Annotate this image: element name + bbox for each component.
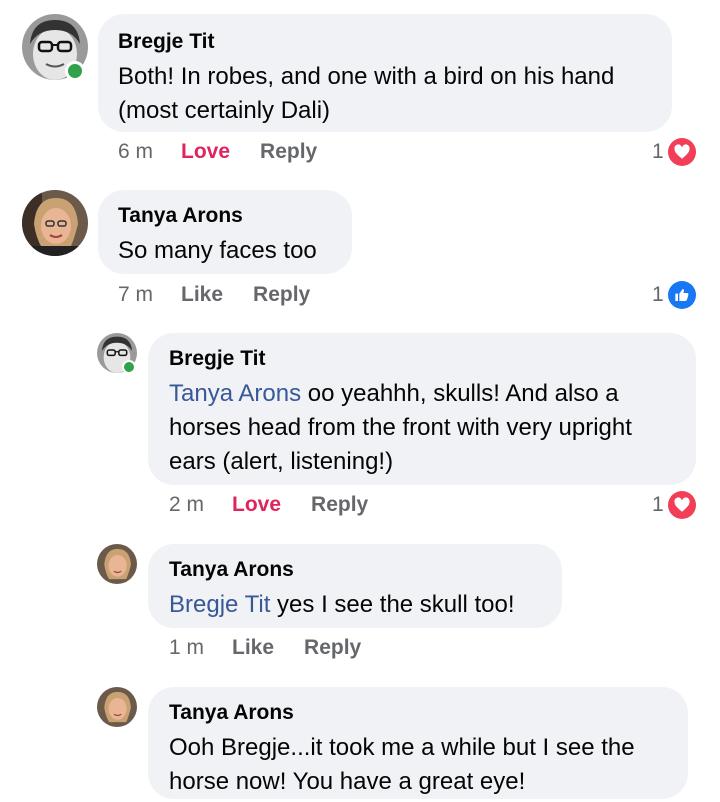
comment-bubble: Tanya Arons Ooh Bregje...it took me a wh…: [148, 687, 688, 799]
mention-link[interactable]: Bregje Tit: [169, 591, 270, 618]
reaction-count: 1: [652, 493, 664, 516]
like-button[interactable]: Like: [181, 283, 223, 307]
comment-actions: 2 m Love Reply: [169, 493, 398, 517]
avatar[interactable]: [97, 544, 137, 584]
comment-bubble: Tanya Arons Bregje Tit yes I see the sku…: [148, 544, 562, 628]
comment-bubble: Bregje Tit Both! In robes, and one with …: [98, 14, 672, 132]
thumbs-up-icon: [667, 281, 696, 309]
comment-actions: 1 m Like Reply: [169, 636, 391, 660]
reaction-count: 1: [652, 283, 664, 306]
reply-button[interactable]: Reply: [304, 636, 361, 660]
avatar[interactable]: [22, 190, 88, 256]
comment-text: Both! In robes, and one with a bird on h…: [118, 63, 615, 124]
comment-text-body: yes I see the skull too!: [270, 591, 515, 618]
comment-author[interactable]: Bregje Tit: [169, 347, 675, 371]
love-reaction-button[interactable]: Love: [232, 493, 281, 517]
comment-actions: 6 m Love Reply: [118, 140, 347, 164]
reaction-count: 1: [652, 140, 664, 163]
comment-author[interactable]: Tanya Arons: [169, 701, 667, 725]
comment-actions: 7 m Like Reply: [118, 283, 340, 307]
heart-icon: [667, 491, 696, 519]
comment-time[interactable]: 7 m: [118, 283, 153, 307]
comment-author[interactable]: Bregje Tit: [118, 30, 652, 54]
reaction-summary[interactable]: 1: [652, 491, 696, 519]
heart-icon: [667, 138, 696, 166]
reaction-summary[interactable]: 1: [652, 138, 696, 166]
comment-bubble: Tanya Arons So many faces too: [98, 190, 352, 274]
comment-time[interactable]: 2 m: [169, 493, 204, 517]
comment-author[interactable]: Tanya Arons: [169, 558, 541, 582]
comment-bubble: Bregje Tit Tanya Arons oo yeahhh, skulls…: [148, 333, 696, 485]
like-button[interactable]: Like: [232, 636, 274, 660]
online-status-dot: [65, 61, 85, 81]
reply-button[interactable]: Reply: [260, 140, 317, 164]
avatar[interactable]: [97, 687, 137, 727]
comment-text: Ooh Bregje...it took me a while but I se…: [169, 734, 635, 795]
comment-time[interactable]: 6 m: [118, 140, 153, 164]
love-reaction-button[interactable]: Love: [181, 140, 230, 164]
mention-link[interactable]: Tanya Arons: [169, 380, 301, 407]
reply-button[interactable]: Reply: [311, 493, 368, 517]
comment-text: Tanya Arons oo yeahhh, skulls! And also …: [169, 377, 675, 479]
comment-text: So many faces too: [118, 237, 317, 264]
comment-author[interactable]: Tanya Arons: [118, 204, 332, 228]
comment-text: Bregje Tit yes I see the skull too!: [169, 588, 541, 622]
reaction-summary[interactable]: 1: [652, 281, 696, 309]
online-status-dot: [122, 360, 136, 374]
reply-button[interactable]: Reply: [253, 283, 310, 307]
comment-time[interactable]: 1 m: [169, 636, 204, 660]
